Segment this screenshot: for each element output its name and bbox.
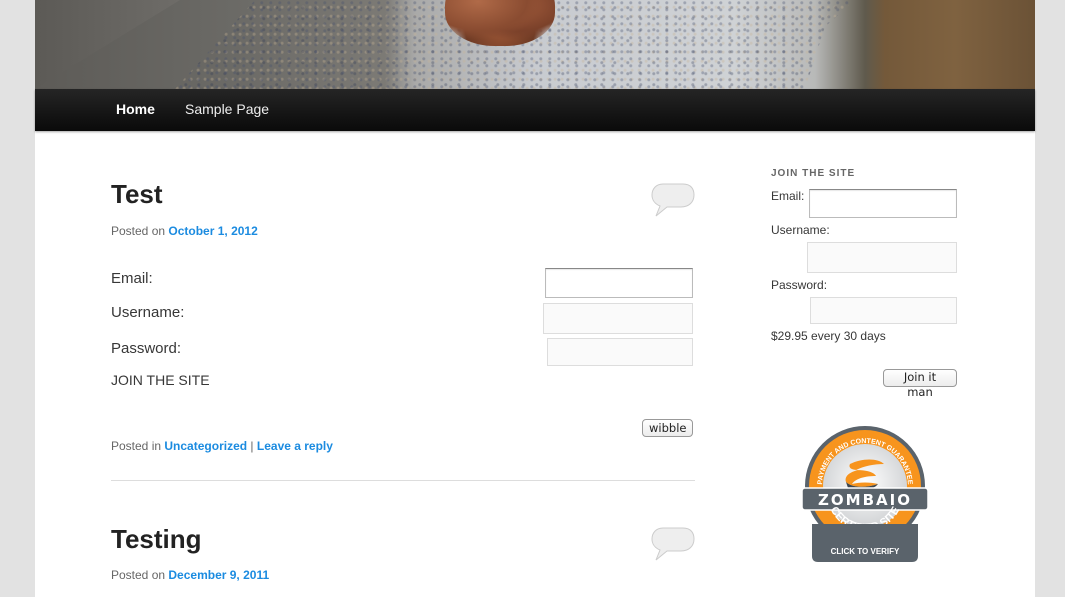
sidebar-username-input[interactable] bbox=[807, 242, 957, 273]
nav-item-sample-page[interactable]: Sample Page bbox=[185, 89, 269, 129]
zombaio-certified-badge[interactable]: PAYMENT AND CONTENT GUARANTEE ZOMBAIO CE… bbox=[800, 424, 930, 564]
wibble-submit-button[interactable]: wibble bbox=[642, 419, 693, 437]
sidebar-password-label: Password: bbox=[771, 278, 828, 292]
post-date-link[interactable]: December 9, 2011 bbox=[168, 568, 269, 582]
post-divider bbox=[111, 480, 695, 481]
sidebar-username-label: Username: bbox=[771, 223, 830, 237]
page-container: Home Sample Page Test Posted on October … bbox=[35, 0, 1035, 597]
post-meta: Posted on December 9, 2011 bbox=[111, 568, 269, 582]
nav-item-home[interactable]: Home bbox=[116, 89, 155, 129]
username-label: Username: bbox=[111, 304, 185, 321]
post-title[interactable]: Test bbox=[111, 179, 163, 210]
password-label: Password: bbox=[111, 340, 182, 357]
badge-cta-plate bbox=[812, 524, 918, 562]
post-title-link[interactable]: Testing bbox=[111, 524, 202, 554]
join-it-man-button[interactable]: Join it man bbox=[883, 369, 957, 399]
post-meta: Posted on October 1, 2012 bbox=[111, 224, 258, 238]
category-link[interactable]: Uncategorized bbox=[164, 439, 247, 453]
subscription-price: $29.95 every 30 days bbox=[771, 329, 886, 343]
posted-on-label: Posted on bbox=[111, 568, 166, 582]
password-input[interactable] bbox=[547, 338, 693, 366]
sidebar-password-input[interactable] bbox=[810, 297, 957, 324]
badge-cta-text: CLICK TO VERIFY bbox=[831, 547, 900, 556]
sidebar-widget-title: JOIN THE SITE bbox=[771, 168, 856, 179]
email-label: Email: bbox=[111, 270, 153, 287]
post-title[interactable]: Testing bbox=[111, 524, 202, 555]
leave-reply-link[interactable]: Leave a reply bbox=[257, 439, 333, 453]
footer-separator: | bbox=[250, 439, 254, 453]
sidebar-email-label: Email: bbox=[771, 189, 805, 203]
posted-in-label: Posted in bbox=[111, 439, 162, 453]
badge-brand-text: ZOMBAIO bbox=[818, 491, 912, 509]
main-navigation: Home Sample Page bbox=[35, 89, 1035, 131]
posted-on-label: Posted on bbox=[111, 224, 166, 238]
post-title-link[interactable]: Test bbox=[111, 179, 163, 209]
post-date-link[interactable]: October 1, 2012 bbox=[168, 224, 257, 238]
comment-bubble-icon[interactable] bbox=[651, 182, 695, 218]
post-footer: Posted in Uncategorized | Leave a reply bbox=[111, 439, 333, 453]
comment-bubble-icon[interactable] bbox=[651, 526, 695, 562]
email-input[interactable] bbox=[545, 268, 693, 298]
join-site-text: JOIN THE SITE bbox=[111, 372, 210, 388]
header-banner-image[interactable] bbox=[35, 0, 1035, 89]
header-image-shadow bbox=[35, 0, 180, 89]
username-input[interactable] bbox=[543, 303, 693, 334]
sidebar-email-input[interactable] bbox=[809, 189, 957, 218]
